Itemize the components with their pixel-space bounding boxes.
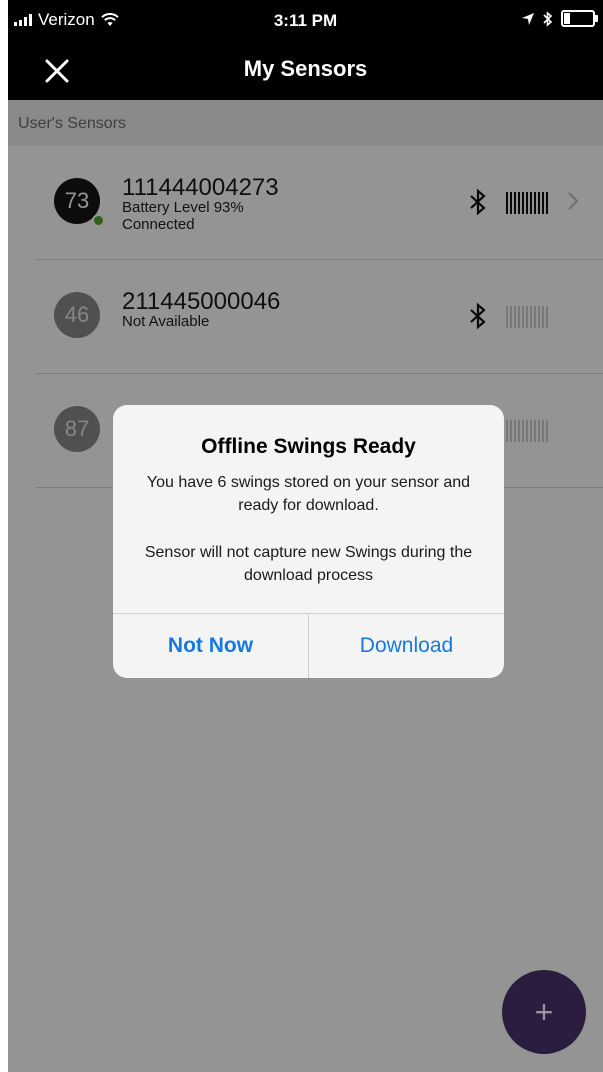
battery-icon — [561, 10, 598, 27]
bluetooth-icon — [543, 10, 553, 27]
plus-icon: + — [534, 993, 554, 1030]
status-bar: Verizon 3:11 PM — [8, 0, 603, 44]
status-time: 3:11 PM — [273, 11, 338, 30]
screen: Verizon 3:11 PM My Sensors User's Sensor… — [8, 0, 603, 1072]
add-sensor-button[interactable]: + — [502, 970, 586, 1054]
offline-swings-alert: Offline Swings Ready You have 6 swings s… — [113, 405, 504, 678]
download-button[interactable]: Download — [309, 614, 504, 678]
alert-message: You have 6 swings stored on your sensor … — [146, 474, 471, 514]
not-now-button[interactable]: Not Now — [113, 614, 309, 678]
alert-warning: Sensor will not capture new Swings durin… — [144, 544, 473, 584]
alert-actions: Not Now Download — [113, 613, 504, 678]
location-arrow-icon — [522, 12, 534, 25]
page-title: My Sensors — [243, 56, 368, 81]
alert-title: Offline Swings Ready — [201, 435, 416, 458]
status-right — [521, 10, 598, 27]
nav-bar: My Sensors — [8, 44, 603, 100]
